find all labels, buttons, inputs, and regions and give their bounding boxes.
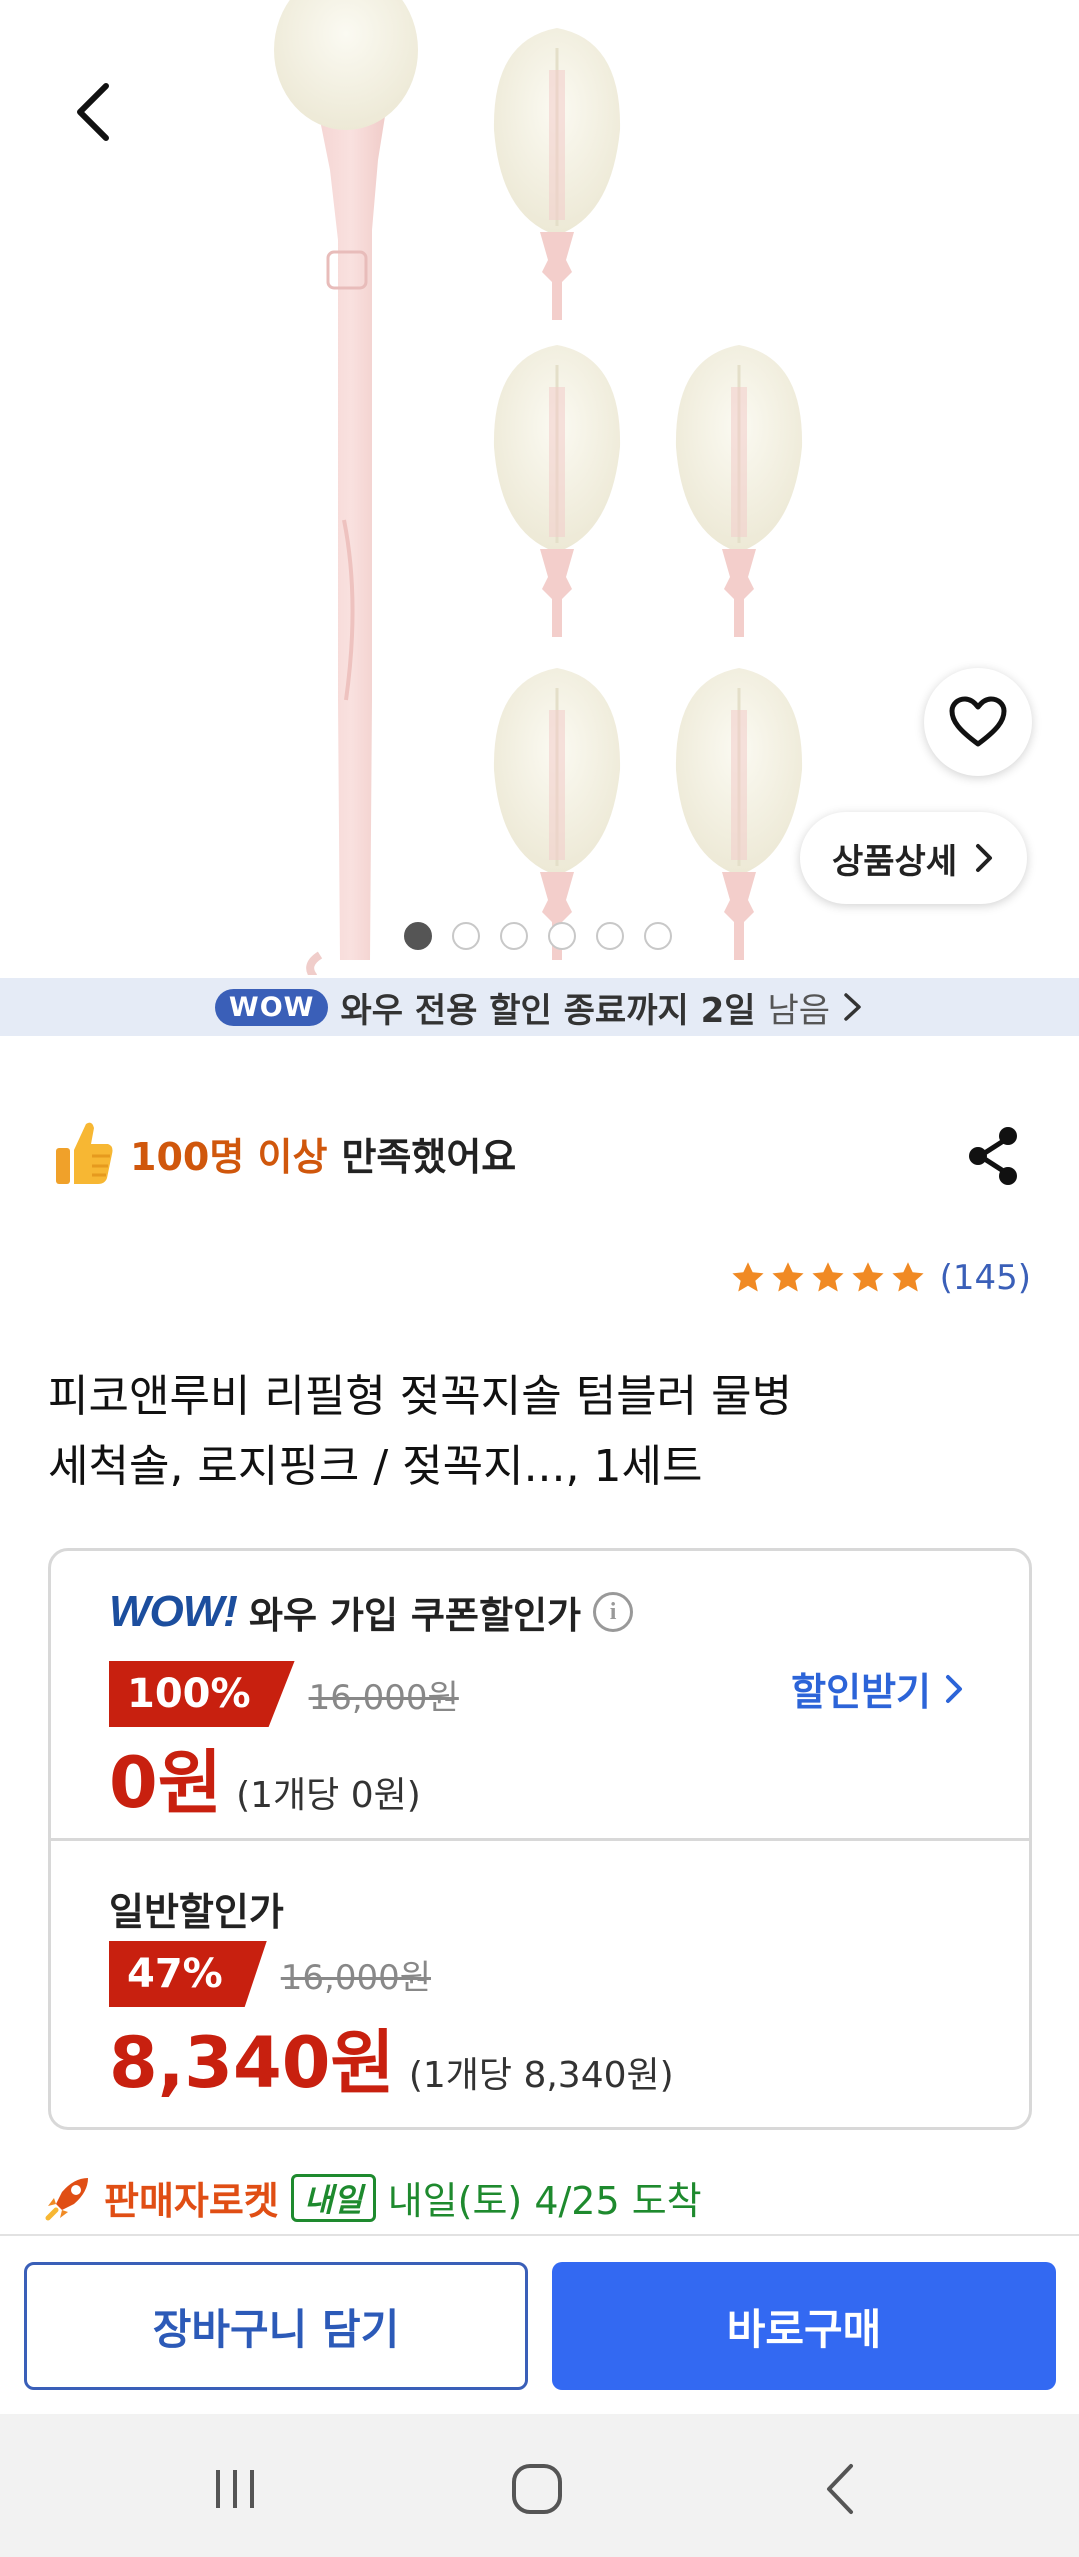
chevron-right-icon: [844, 993, 861, 1021]
wow-discount-badge: 100%: [109, 1661, 295, 1727]
normal-price-section: 일반할인가 47% 16,000원 8,340원 (1개당 8,340원): [51, 1841, 1029, 2131]
chevron-right-icon: [946, 1674, 962, 1703]
price-box: WOW! 와우 가입 쿠폰할인가 i 100% 16,000원 0원 (1개당 …: [48, 1548, 1032, 2130]
wow-final-row: 0원 (1개당 0원): [109, 1727, 421, 1828]
pagination-dot[interactable]: [452, 922, 480, 950]
buy-now-button[interactable]: 바로구매: [552, 2262, 1056, 2390]
pagination-dot[interactable]: [644, 922, 672, 950]
long-brush: [274, 0, 418, 975]
star-icon: [731, 1262, 764, 1292]
wow-original-price: 16,000원: [308, 1677, 459, 1718]
system-back-button[interactable]: [795, 2444, 885, 2534]
wow-badge: WOW: [214, 988, 329, 1026]
get-discount-label: 할인받기: [791, 1670, 931, 1714]
add-to-cart-button[interactable]: 장바구니 담기: [24, 2262, 528, 2390]
product-title: 피코앤루비 리필형 젖꼭지솔 텀블러 물병 세척솔, 로지핑크 / 젖꼭지...…: [48, 1362, 1008, 1502]
pagination-dot[interactable]: [500, 922, 528, 950]
star-icon: [851, 1262, 884, 1292]
rating-row[interactable]: (145): [730, 1258, 1031, 1298]
star-icon: [891, 1262, 924, 1292]
refill-head-1: [493, 28, 621, 320]
wow-discount-row: 100% 16,000원: [109, 1661, 459, 1727]
share-button[interactable]: [962, 1124, 1026, 1188]
product-title-line-1: 피코앤루비 리필형 젖꼭지솔 텀블러 물병: [48, 1371, 793, 1422]
normal-price-label: 일반할인가: [109, 1890, 284, 1934]
star-icon: [811, 1262, 844, 1292]
refill-head-3: [675, 345, 803, 637]
image-pagination[interactable]: [404, 922, 672, 950]
wow-price-label: 와우 가입 쿠폰할인가: [248, 1594, 582, 1637]
heart-icon: [949, 696, 1007, 747]
pagination-dot[interactable]: [596, 922, 624, 950]
normal-discount-row: 47% 16,000원: [109, 1941, 431, 2007]
review-count[interactable]: (145): [940, 1258, 1031, 1298]
home-icon: [512, 2464, 562, 2514]
wow-final-price: 0원: [109, 1742, 223, 1824]
recent-apps-icon: [216, 2470, 254, 2508]
wow-unit-price: (1개당 0원): [236, 1775, 421, 1816]
normal-original-price: 16,000원: [280, 1957, 431, 1998]
share-icon: [969, 1127, 1017, 1185]
normal-final-price: 8,340원: [109, 2022, 395, 2104]
product-image-gallery[interactable]: 상품상세: [0, 0, 1079, 975]
delivery-eta: 내일(토) 4/25 도착: [387, 2179, 702, 2223]
seller-rocket-label: 판매자로켓: [104, 2179, 279, 2223]
refill-head-2: [493, 345, 621, 637]
back-icon: [827, 2464, 853, 2514]
chevron-right-icon: [976, 844, 993, 872]
wishlist-button[interactable]: [924, 668, 1032, 776]
home-button[interactable]: [492, 2444, 582, 2534]
system-navigation-bar: [0, 2414, 1079, 2557]
wow-price-section: WOW! 와우 가입 쿠폰할인가 i 100% 16,000원 0원 (1개당 …: [51, 1551, 1029, 1841]
purchase-action-bar: 장바구니 담기 바로구매: [0, 2234, 1079, 2414]
wow-price-label-row: WOW! 와우 가입 쿠폰할인가 i: [109, 1585, 634, 1639]
back-button[interactable]: [52, 72, 132, 152]
satisfaction-text: 만족했어요: [341, 1134, 517, 1179]
product-detail-label: 상품상세: [832, 841, 958, 882]
pagination-dot[interactable]: [548, 922, 576, 950]
product-detail-button[interactable]: 상품상세: [800, 812, 1028, 904]
get-discount-button[interactable]: 할인받기: [791, 1661, 963, 1716]
star-rating: [730, 1260, 926, 1296]
delivery-row: 판매자로켓 내일 내일(토) 4/25 도착: [44, 2170, 702, 2225]
info-icon[interactable]: i: [593, 1592, 634, 1632]
chevron-left-icon: [77, 83, 109, 141]
refill-head-4: [493, 668, 621, 960]
satisfaction-count: 100명 이상: [130, 1134, 328, 1179]
refill-head-5: [675, 668, 803, 960]
satisfaction-row: 100명 이상 만족했어요: [52, 1118, 516, 1188]
tomorrow-badge: 내일: [290, 2173, 376, 2222]
normal-final-row: 8,340원 (1개당 8,340원): [109, 2007, 674, 2108]
pagination-dot[interactable]: [404, 922, 432, 950]
wow-banner-suffix: 남음: [767, 990, 831, 1031]
rocket-icon: [45, 2177, 88, 2220]
normal-discount-badge: 47%: [109, 1941, 267, 2007]
thumbs-up-icon: [56, 1122, 113, 1184]
wow-logo: WOW!: [109, 1587, 238, 1636]
normal-unit-price: (1개당 8,340원): [408, 2055, 674, 2096]
recent-apps-button[interactable]: [190, 2444, 280, 2534]
wow-discount-banner[interactable]: WOW 와우 전용 할인 종료까지 2일 남음: [0, 978, 1079, 1036]
star-icon: [771, 1262, 804, 1292]
product-title-line-2: 세척솔, 로지핑크 / 젖꼭지..., 1세트: [48, 1441, 703, 1492]
wow-banner-text: 와우 전용 할인 종료까지 2일: [340, 990, 756, 1031]
